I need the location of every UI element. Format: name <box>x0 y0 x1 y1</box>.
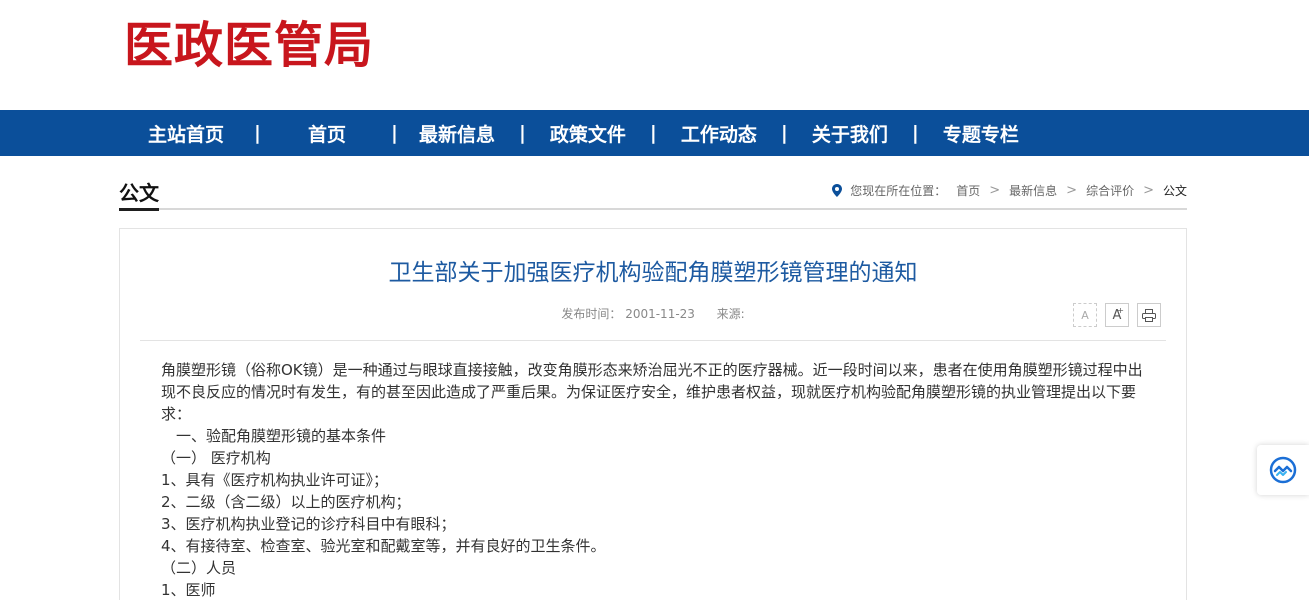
print-icon[interactable] <box>1137 303 1161 327</box>
article-paragraph: 1、具有《医疗机构执业许可证》； <box>161 471 389 489</box>
breadcrumb-separator: > <box>1143 183 1154 198</box>
nav-item-latest[interactable]: 最新信息 <box>419 120 495 147</box>
article-paragraph: （一） 医疗机构 <box>161 449 271 467</box>
article-panel: 卫生部关于加强医疗机构验配角膜塑形镜管理的通知 发布时间： 2001-11-23… <box>119 228 1187 600</box>
nav-item-policy[interactable]: 政策文件 <box>550 120 626 147</box>
nav-item-special[interactable]: 专题专栏 <box>943 120 1019 147</box>
breadcrumb-item-latest[interactable]: 最新信息 <box>1009 182 1057 199</box>
font-decrease-icon[interactable]: A <box>1073 303 1097 327</box>
source-label: 来源: <box>716 307 745 321</box>
nav-separator: | <box>780 122 788 144</box>
breadcrumb-prefix: 您现在所在位置： <box>850 184 947 198</box>
floating-assistant-button[interactable] <box>1257 445 1309 495</box>
article-paragraph: 角膜塑形镜（俗称OK镜）是一种通过与眼球直接接触，改变角膜形态来矫治屈光不正的医… <box>161 361 1143 423</box>
breadcrumb-current: 公文 <box>1162 184 1187 198</box>
nav-items: 主站首页 | 首页 | 最新信息 | 政策文件 | 工作动态 | 关于我们 | … <box>148 110 1019 156</box>
nav-item-home[interactable]: 首页 <box>308 120 346 147</box>
nav-separator: | <box>911 122 919 144</box>
article-paragraph: 2、二级（含二级）以上的医疗机构； <box>161 493 411 511</box>
article-tools: A A + <box>1065 303 1161 327</box>
publish-date: 2001-11-23 <box>625 307 695 321</box>
nav-separator: | <box>254 122 261 144</box>
article-paragraph: 一、验配角膜塑形镜的基本条件 <box>161 427 387 445</box>
breadcrumb-separator: > <box>1066 183 1078 198</box>
font-increase-icon[interactable]: A + <box>1105 303 1129 327</box>
floating-assistant-icon <box>1269 456 1297 484</box>
nav-item-about[interactable]: 关于我们 <box>812 120 888 147</box>
article-paragraph: 3、医疗机构执业登记的诊疗科目中有眼科； <box>161 515 456 533</box>
article-paragraph: （二）人员 <box>161 559 237 577</box>
nav-item-work[interactable]: 工作动态 <box>681 120 757 147</box>
publish-label: 发布时间： <box>561 307 622 321</box>
breadcrumb-item-evaluation[interactable]: 综合评价 <box>1086 182 1134 199</box>
location-pin-icon <box>832 184 843 197</box>
article-title: 卫生部关于加强医疗机构验配角膜塑形镜管理的通知 <box>388 260 918 286</box>
breadcrumb-separator: > <box>989 183 1001 198</box>
article-divider <box>140 340 1166 341</box>
breadcrumb-item-home[interactable]: 首页 <box>956 182 980 199</box>
section-title: 公文 <box>119 182 159 211</box>
section-header: 公文 您现在所在位置： 首页 > 最新信息 > 综合评价 > 公文 <box>119 178 1187 211</box>
article-meta: 发布时间： 2001-11-23 来源: <box>120 305 1186 322</box>
nav-separator: | <box>390 122 398 144</box>
site-header: 医政医管局 <box>0 0 1309 110</box>
article-paragraph: 4、有接待室、检查室、验光室和配戴室等，并有良好的卫生条件。 <box>161 537 606 555</box>
breadcrumb: 您现在所在位置： 首页 > 最新信息 > 综合评价 > 公文 <box>832 182 1187 199</box>
article-paragraph: 1、医师 <box>161 581 216 599</box>
nav-separator: | <box>518 122 526 144</box>
main-nav: 主站首页 | 首页 | 最新信息 | 政策文件 | 工作动态 | 关于我们 | … <box>0 110 1309 156</box>
site-logo[interactable]: 医政医管局 <box>124 14 374 76</box>
nav-item-main-home[interactable]: 主站首页 <box>148 120 224 147</box>
article-body: 角膜塑形镜（俗称OK镜）是一种通过与眼球直接接触，改变角膜形态来矫治屈光不正的医… <box>161 359 1148 600</box>
nav-separator: | <box>649 122 657 144</box>
